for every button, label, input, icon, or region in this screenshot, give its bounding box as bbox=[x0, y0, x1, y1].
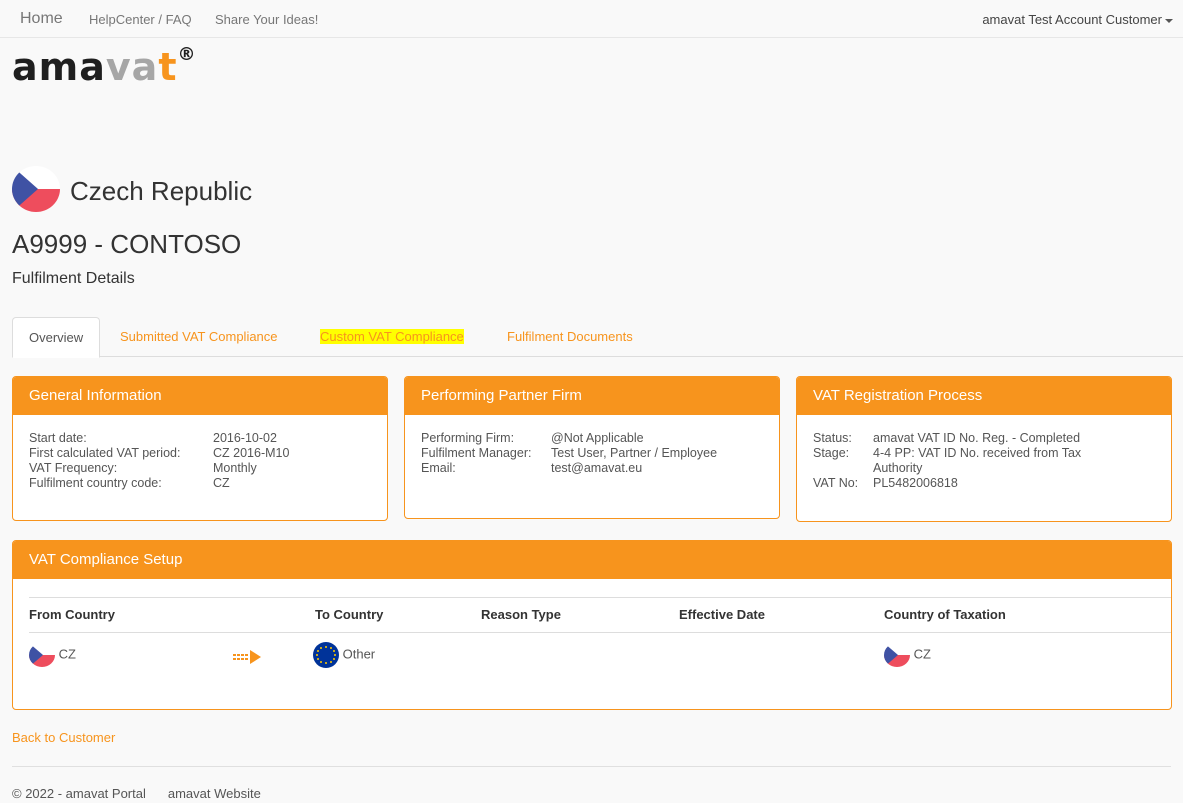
column-header-effective-date: Effective Date bbox=[679, 607, 765, 622]
czech-flag-icon bbox=[884, 643, 910, 667]
info-row: VAT No: PL5482006818 bbox=[813, 476, 1155, 491]
tab-custom-vat-compliance[interactable]: Custom VAT Compliance bbox=[320, 317, 464, 357]
column-header-country-of-taxation: Country of Taxation bbox=[884, 607, 1006, 622]
footer-divider bbox=[12, 766, 1171, 767]
tab-fulfilment-documents[interactable]: Fulfilment Documents bbox=[507, 317, 633, 357]
panel-title: VAT Compliance Setup bbox=[13, 541, 1171, 579]
nav-helpcenter-link[interactable]: HelpCenter / FAQ bbox=[89, 12, 192, 27]
amavat-logo[interactable]: amavat® bbox=[12, 46, 196, 86]
partner-email: test@amavat.eu bbox=[551, 461, 643, 475]
tabs-bar: Overview Submitted VAT Compliance Custom… bbox=[12, 317, 1183, 358]
tab-overview[interactable]: Overview bbox=[12, 317, 101, 358]
info-row: Fulfilment Manager: Test User, Partner / … bbox=[421, 446, 718, 460]
country-of-taxation-cell: CZ bbox=[884, 643, 931, 667]
column-header-reason-type: Reason Type bbox=[481, 607, 561, 622]
general-information-panel: General Information Start date: 2016-10-0… bbox=[12, 376, 388, 521]
info-row: Status: amavat VAT ID No. Reg. - Complete… bbox=[813, 431, 1081, 445]
info-row: Email: test@amavat.eu bbox=[421, 461, 763, 476]
performing-partner-panel: Performing Partner Firm Performing Firm:… bbox=[404, 376, 780, 519]
arrow-right-icon bbox=[233, 649, 263, 668]
to-country-cell: Other bbox=[313, 642, 375, 668]
vat-compliance-setup-panel: VAT Compliance Setup From Country To Cou… bbox=[12, 540, 1172, 710]
czech-flag-icon bbox=[29, 643, 55, 667]
info-row: Performing Firm: @Not Applicable bbox=[421, 431, 644, 445]
nav-share-ideas-link[interactable]: Share Your Ideas! bbox=[215, 12, 318, 27]
info-row: Stage: 4-4 PP: VAT ID No. received from T… bbox=[813, 446, 1082, 475]
panel-title: Performing Partner Firm bbox=[405, 377, 779, 415]
top-navbar: Home HelpCenter / FAQ Share Your Ideas! … bbox=[0, 0, 1183, 38]
column-header-from-country: From Country bbox=[29, 607, 115, 622]
info-row: First calculated VAT period: CZ 2016-M10 bbox=[29, 446, 290, 460]
back-to-customer-link[interactable]: Back to Customer bbox=[12, 730, 115, 745]
column-header-to-country: To Country bbox=[315, 607, 384, 622]
vat-number: PL5482006818 bbox=[873, 476, 958, 490]
from-country-cell: CZ bbox=[29, 643, 76, 667]
panel-title: General Information bbox=[13, 377, 387, 415]
czech-flag-icon bbox=[12, 166, 60, 212]
country-name: Czech Republic bbox=[70, 176, 253, 206]
eu-flag-icon bbox=[313, 642, 339, 668]
info-row: VAT Frequency: Monthly bbox=[29, 461, 257, 475]
user-name: amavat Test Account Customer bbox=[982, 12, 1162, 27]
page-subtitle: Fulfilment Details bbox=[12, 270, 135, 287]
info-row: Fulfilment country code: CZ bbox=[29, 476, 230, 490]
amavat-website-link[interactable]: amavat Website bbox=[168, 786, 261, 801]
tab-submitted-vat-compliance[interactable]: Submitted VAT Compliance bbox=[120, 317, 278, 357]
footer: © 2022 - amavat Portal amavat Website bbox=[12, 786, 261, 801]
nav-home-link[interactable]: Home bbox=[20, 10, 63, 28]
panel-title: VAT Registration Process bbox=[797, 377, 1171, 415]
user-menu-dropdown[interactable]: amavat Test Account Customer bbox=[982, 12, 1173, 27]
client-title: A9999 - CONTOSO bbox=[12, 229, 242, 259]
caret-down-icon bbox=[1165, 18, 1173, 23]
copyright-text: © 2022 - amavat Portal bbox=[12, 786, 146, 801]
vat-registration-panel: VAT Registration Process Status: amavat V… bbox=[796, 376, 1172, 522]
info-row: Start date: 2016-10-02 bbox=[29, 431, 277, 445]
